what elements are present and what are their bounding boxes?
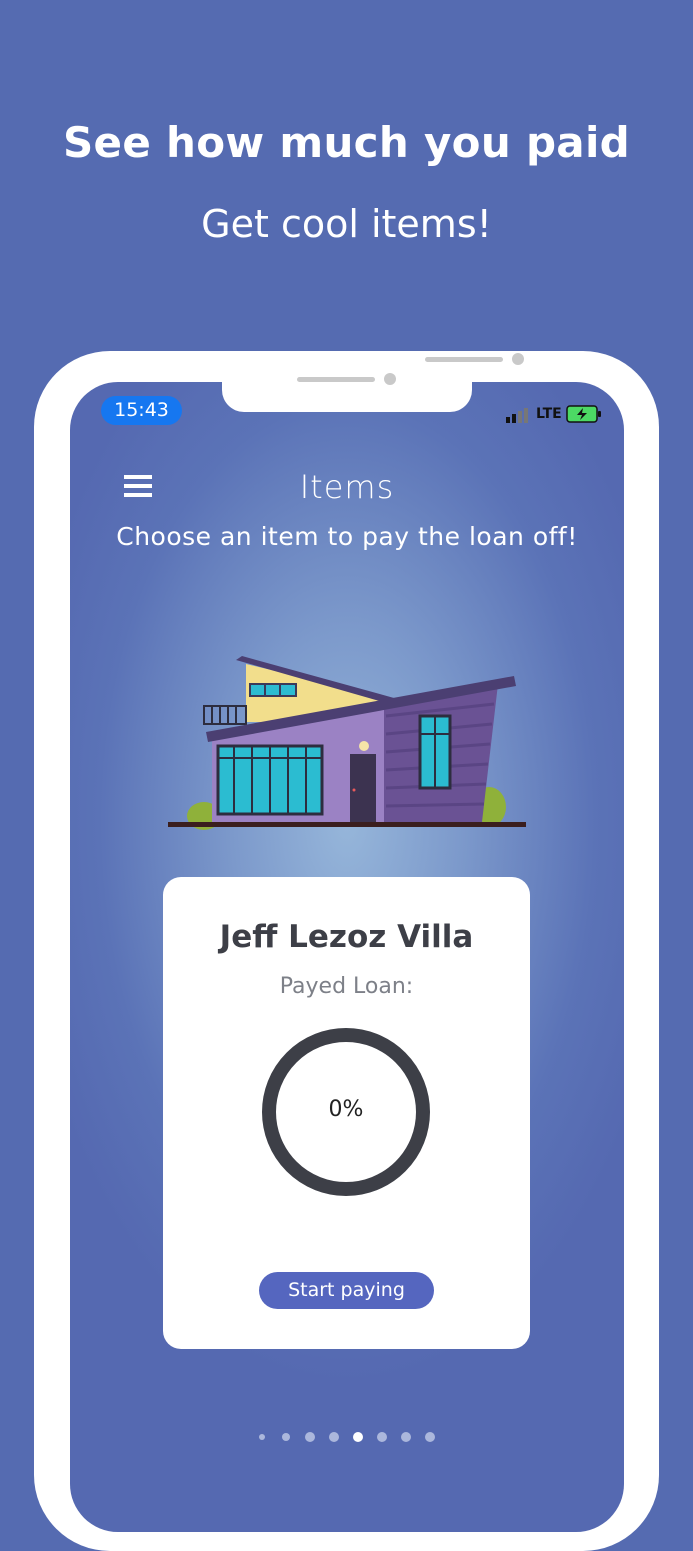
page-dot[interactable] <box>329 1432 339 1442</box>
signal-icon <box>506 408 528 423</box>
villa-illustration <box>168 656 526 830</box>
loan-progress-value: 0% <box>328 1097 364 1122</box>
battery-charging-icon <box>566 405 601 423</box>
network-label: LTE <box>536 406 562 422</box>
page-dot[interactable] <box>377 1432 387 1442</box>
page-dot[interactable] <box>259 1434 265 1440</box>
promo-subline: Get cool items! <box>201 202 492 246</box>
phone-camera <box>512 353 524 365</box>
notch-speaker <box>297 377 375 382</box>
page-title: Items <box>299 468 395 506</box>
start-paying-button[interactable]: Start paying <box>259 1272 434 1309</box>
status-time: 15:43 <box>101 396 182 425</box>
page-dot[interactable] <box>282 1433 290 1441</box>
menu-icon[interactable] <box>124 475 152 499</box>
phone-speaker <box>425 357 503 362</box>
notch-camera <box>384 373 396 385</box>
phone-notch <box>222 382 472 412</box>
page-dot[interactable] <box>353 1432 363 1442</box>
page-instruction: Choose an item to pay the loan off! <box>116 522 578 551</box>
page-indicator <box>250 1429 440 1445</box>
item-card: Jeff Lezoz Villa Payed Loan: 0% Start pa… <box>163 877 530 1349</box>
page-dot[interactable] <box>425 1432 435 1442</box>
page-dot[interactable] <box>401 1432 411 1442</box>
promo-headline: See how much you paid <box>62 118 631 167</box>
page-dot[interactable] <box>305 1432 315 1442</box>
item-name: Jeff Lezoz Villa <box>219 919 474 955</box>
payed-loan-label: Payed Loan: <box>279 974 414 999</box>
